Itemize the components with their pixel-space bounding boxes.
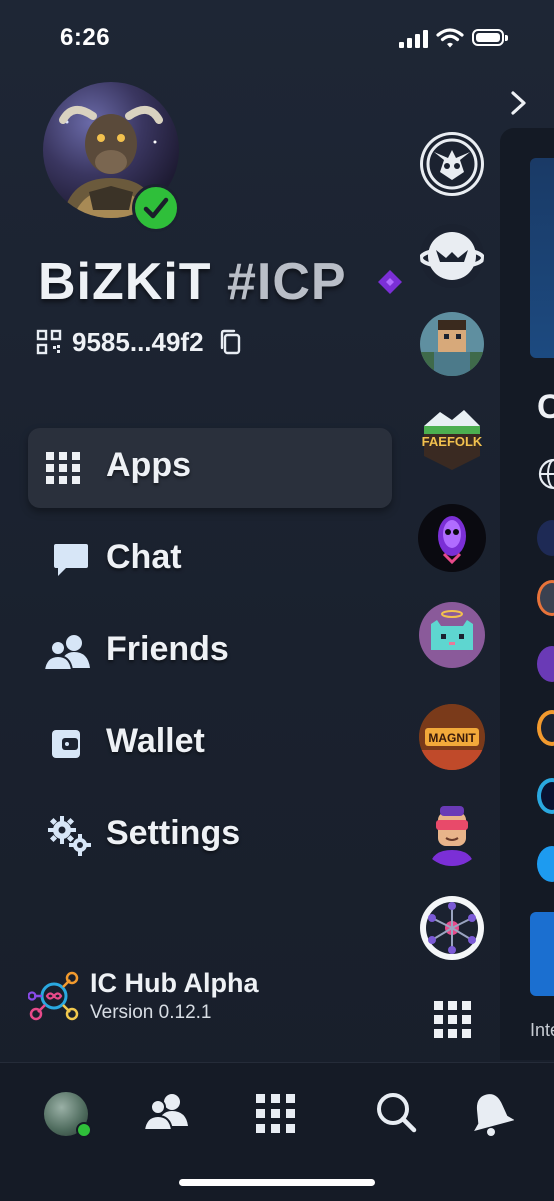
search-icon[interactable] — [374, 1090, 420, 1136]
gears-icon — [48, 816, 91, 856]
app-name: IC Hub Alpha — [90, 968, 259, 998]
menu-item-friends[interactable]: Friends — [28, 612, 392, 692]
menu-item-wallet[interactable]: Wallet — [28, 704, 392, 784]
wallet-icon — [52, 730, 80, 758]
cellular-signal-icon — [399, 30, 429, 48]
more-apps-grid-icon[interactable] — [434, 1001, 472, 1039]
planet-mask-app-icon[interactable] — [420, 224, 484, 288]
menu-item-apps[interactable]: Apps — [28, 428, 392, 508]
wifi-icon — [436, 28, 464, 48]
skull-horns-app-icon[interactable] — [420, 132, 484, 196]
home-indicator — [179, 1179, 375, 1186]
purple-diamond-icon — [378, 270, 402, 294]
notifications-bell-icon[interactable] — [468, 1090, 514, 1136]
friends-icon — [44, 635, 90, 671]
faefolk-label: FAEFOLK — [422, 434, 483, 449]
faefolk-app-icon[interactable]: FAEFOLK — [420, 408, 484, 472]
network-node-app-icon[interactable] — [420, 896, 484, 960]
pixel-character-app-icon[interactable] — [420, 312, 484, 376]
principal-row[interactable]: 9585...49f2 — [36, 325, 242, 359]
principal-id: 9585...49f2 — [72, 326, 204, 357]
profile-username: BiZKiT #ICP — [38, 252, 347, 312]
status-bar: 6:26 — [0, 0, 554, 80]
chat-bubble-icon — [54, 544, 88, 576]
menu-label-friends: Friends — [106, 630, 229, 668]
battery-icon — [472, 29, 508, 46]
grid-icon — [46, 452, 80, 484]
verified-badge — [132, 184, 180, 232]
friends-tab-icon[interactable] — [144, 1090, 190, 1136]
apps-tab-icon[interactable] — [256, 1094, 296, 1134]
online-status-dot — [76, 1122, 92, 1138]
chevron-right-icon[interactable] — [508, 90, 530, 116]
username-name: BiZKiT — [38, 253, 212, 311]
panel-heading: C — [537, 388, 554, 426]
app-version: Version 0.12.1 — [90, 1002, 212, 1023]
status-time: 6:26 — [60, 24, 111, 51]
ic-hub-logo-icon — [28, 971, 79, 1021]
panel-action-button[interactable] — [530, 912, 554, 996]
magnit-label: MAGNIT — [428, 731, 476, 745]
visor-character-app-icon[interactable] — [420, 802, 484, 866]
menu-label-chat: Chat — [106, 538, 182, 576]
copy-icon[interactable] — [218, 328, 242, 356]
qr-code-icon[interactable] — [36, 329, 62, 355]
check-icon — [143, 197, 169, 219]
menu-label-wallet: Wallet — [106, 722, 205, 760]
menu-item-settings[interactable]: Settings — [28, 796, 392, 876]
menu-label-settings: Settings — [106, 814, 241, 852]
panel-banner — [530, 158, 554, 358]
menu-item-chat[interactable]: Chat — [28, 520, 392, 600]
globe-icon — [538, 458, 554, 490]
magnit-app-icon[interactable]: MAGNIT — [419, 704, 485, 770]
username-tag: #ICP — [226, 253, 347, 311]
panel-footer-text: Inte — [530, 1020, 554, 1040]
purple-skull-app-icon[interactable] — [418, 504, 486, 572]
menu-label-apps: Apps — [106, 446, 191, 484]
pixel-cat-app-icon[interactable] — [419, 602, 485, 668]
